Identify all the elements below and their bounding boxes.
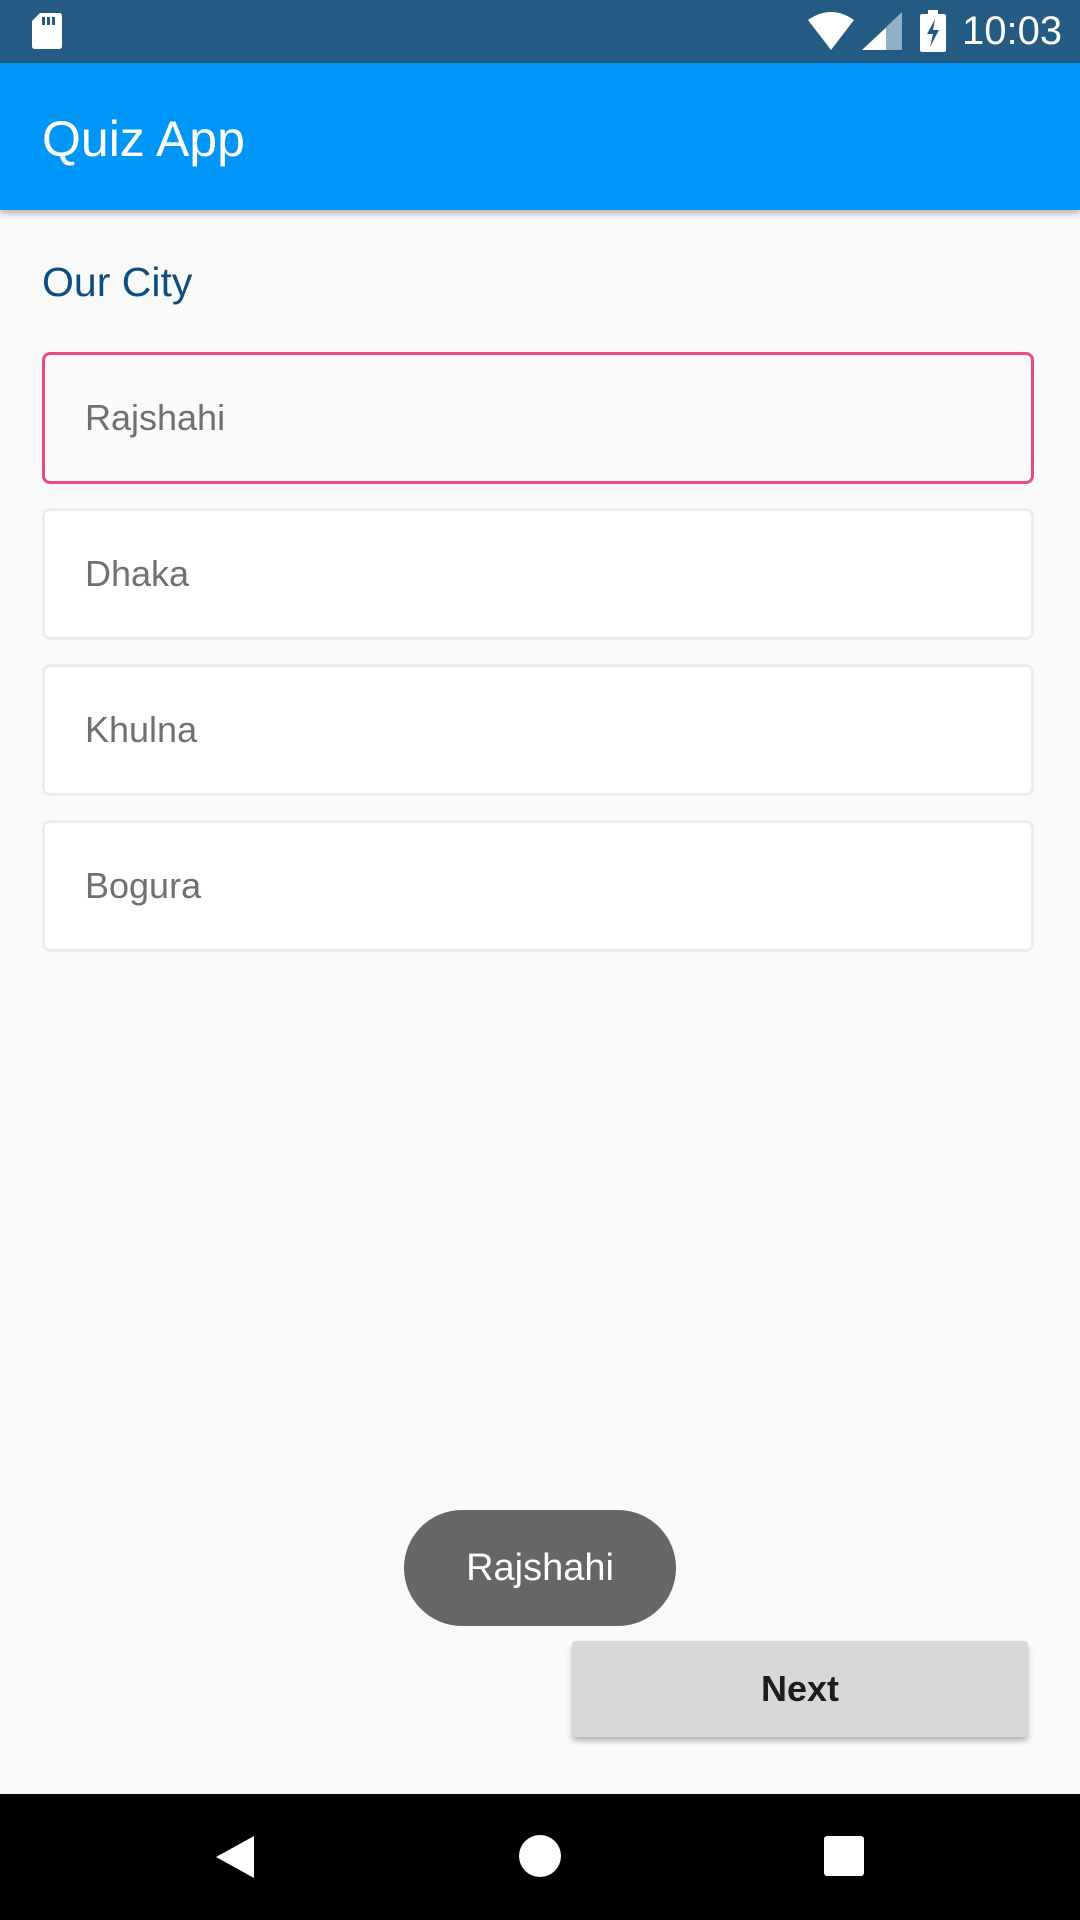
wifi-icon <box>808 12 854 55</box>
next-button[interactable]: Next <box>572 1641 1028 1737</box>
option-bogura[interactable]: Bogura <box>42 820 1034 952</box>
navigation-bar <box>0 1794 1080 1920</box>
back-icon[interactable] <box>214 1834 256 1885</box>
option-label: Khulna <box>85 709 198 750</box>
option-khulna[interactable]: Khulna <box>42 664 1034 796</box>
option-label: Bogura <box>85 865 202 906</box>
app-bar: Quiz App <box>0 63 1080 210</box>
option-rajshahi[interactable]: Rajshahi <box>42 352 1034 484</box>
sd-card-icon <box>32 13 62 54</box>
home-icon[interactable] <box>518 1834 562 1883</box>
option-label: Rajshahi <box>85 397 226 438</box>
option-dhaka[interactable]: Dhaka <box>42 508 1034 640</box>
option-label: Dhaka <box>85 553 190 594</box>
signal-icon <box>862 12 902 55</box>
recents-icon[interactable] <box>824 1836 864 1881</box>
status-time: 10:03 <box>962 9 1063 53</box>
battery-charging-icon <box>920 10 946 57</box>
toast-message: Rajshahi <box>404 1510 676 1626</box>
status-bar: 10:03 <box>0 0 1080 63</box>
app-title: Quiz App <box>42 111 245 167</box>
question-title: Our City <box>42 259 193 305</box>
